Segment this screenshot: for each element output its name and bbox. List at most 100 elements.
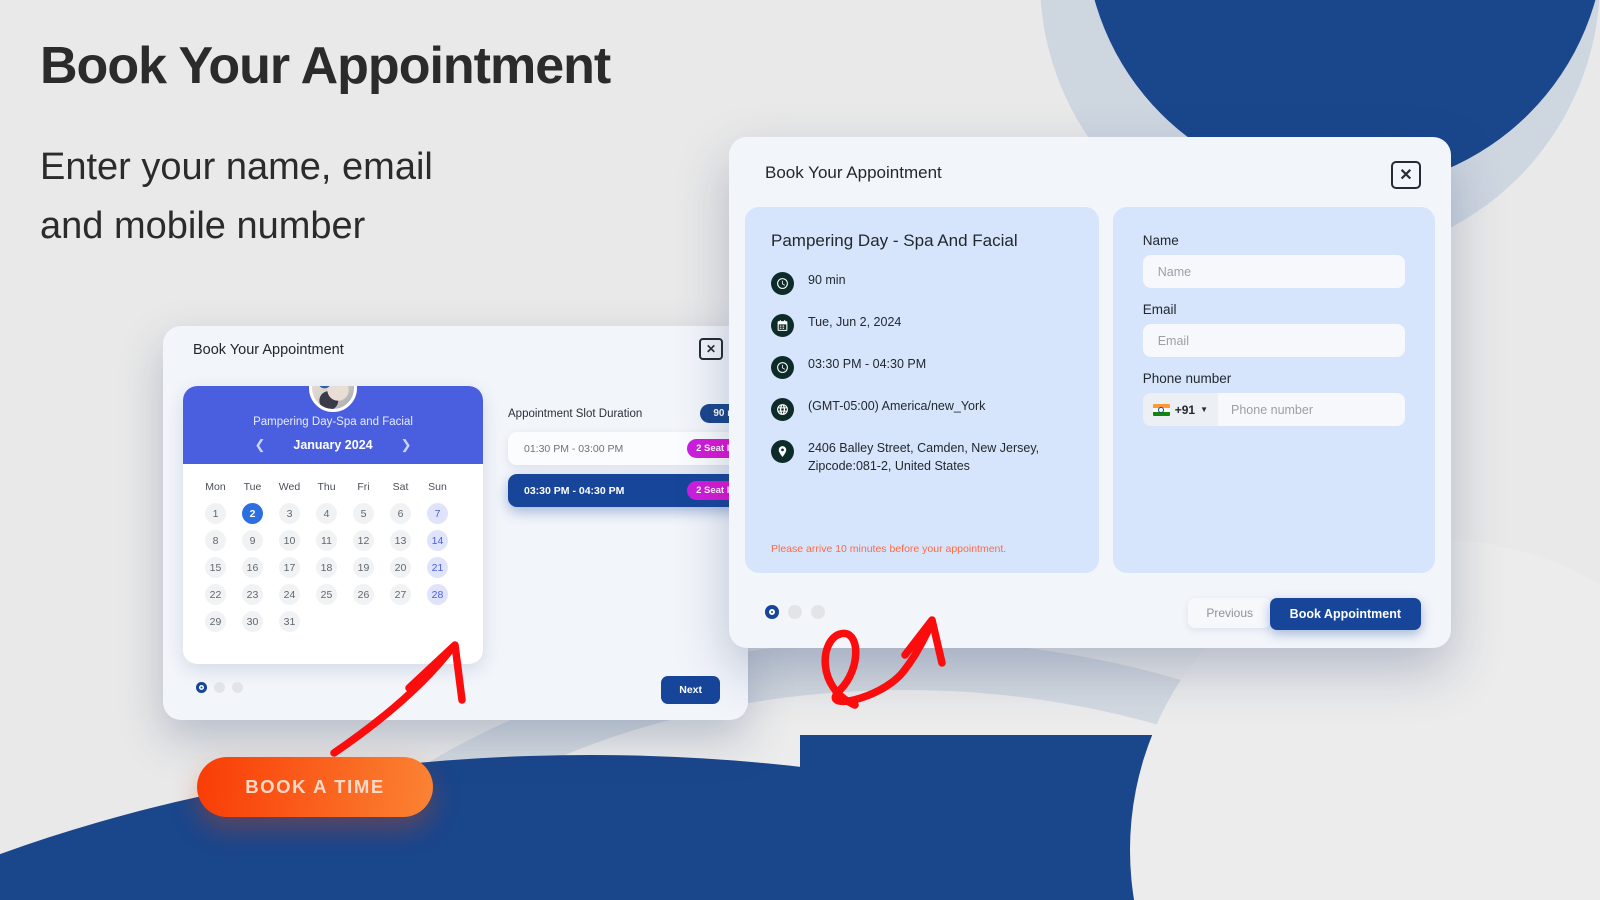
calendar-day-label: 15 (205, 557, 226, 578)
calendar-day[interactable]: 25 (308, 581, 345, 608)
service-avatar (309, 386, 357, 412)
calendar-weekday: Sat (392, 481, 409, 493)
calendar-day-label: 20 (390, 557, 411, 578)
calendar-day[interactable]: 9 (234, 527, 271, 554)
calendar-weekday-row: Mon Tue Wed Thu Fri Sat Sun (197, 474, 469, 500)
slot-row[interactable]: 03:30 PM - 04:30 PM 2 Seat left (508, 474, 748, 507)
calendar-day-label: 19 (353, 557, 374, 578)
summary-item-text: 90 min (808, 273, 846, 287)
close-icon[interactable]: ✕ (1391, 161, 1421, 189)
pagination-dot[interactable] (214, 682, 225, 693)
page-title: Book Your Appointment (40, 37, 611, 95)
calendar-day-label: 11 (316, 530, 337, 551)
calendar-day[interactable]: 10 (271, 527, 308, 554)
calendar-header: Pampering Day-Spa and Facial ❮ January 2… (183, 386, 483, 464)
calendar-day-label: 13 (390, 530, 411, 551)
calendar-day-label: 12 (353, 530, 374, 551)
flag-india-icon (1152, 403, 1170, 416)
location-pin-icon (771, 440, 794, 463)
calendar-day-label: 27 (390, 584, 411, 605)
close-icon[interactable]: ✕ (699, 338, 723, 360)
calendar-day[interactable]: 2 (234, 500, 271, 527)
pagination-dot[interactable] (765, 605, 779, 619)
bg-fill-bottom-right (800, 735, 1600, 900)
calendar-day[interactable]: 28 (419, 581, 456, 608)
slot-time-label: 03:30 PM - 04:30 PM (524, 484, 625, 497)
email-input[interactable] (1142, 324, 1405, 357)
calendar-day[interactable]: 6 (382, 500, 419, 527)
calendar-day-label: 22 (205, 584, 226, 605)
back-modal: Book Your Appointment ✕ Pampering Day-Sp… (163, 326, 748, 720)
calendar-day-label: 25 (316, 584, 337, 605)
calendar-day-label: 2 (242, 503, 263, 524)
calendar-day[interactable]: 17 (271, 554, 308, 581)
calendar-day[interactable]: 7 (419, 500, 456, 527)
calendar-day[interactable]: 13 (382, 527, 419, 554)
calendar-weekday: Thu (317, 481, 336, 493)
book-appointment-button[interactable]: Book Appointment (1269, 598, 1421, 630)
calendar-day[interactable]: 3 (271, 500, 308, 527)
calendar-day[interactable]: 4 (308, 500, 345, 527)
calendar-day[interactable]: 24 (271, 581, 308, 608)
calendar-day[interactable]: 27 (382, 581, 419, 608)
calendar-icon (771, 314, 794, 337)
calendar-day[interactable]: 19 (345, 554, 382, 581)
calendar-grid: Mon Tue Wed Thu Fri Sat Sun 1 2 3 4 5 6 7 8 9 10 11 12 13 1… (183, 464, 483, 643)
arrival-note: Please arrive 10 minutes before your app… (771, 543, 1007, 555)
phone-field: +91 ▼ (1142, 393, 1405, 426)
calendar-day[interactable]: 16 (234, 554, 271, 581)
calendar-day-label: 18 (316, 557, 337, 578)
chevron-right-icon[interactable]: ❯ (401, 437, 412, 453)
summary-item-text: Tue, Jun 2, 2024 (808, 315, 902, 329)
calendar-day[interactable]: 20 (382, 554, 419, 581)
calendar-day-label (390, 611, 411, 632)
front-modal-body: Pampering Day - Spa And Facial 90 min Tue… (729, 207, 1451, 573)
calendar-month-label: January 2024 (293, 438, 373, 452)
calendar-day[interactable]: 21 (419, 554, 456, 581)
slot-heading: Appointment Slot Duration (508, 407, 643, 420)
calendar-day[interactable]: 1 (197, 500, 234, 527)
summary-item: (GMT-05:00) America/new_York (771, 397, 1073, 421)
calendar-day[interactable]: 11 (308, 527, 345, 554)
calendar-weekday: Tue (243, 481, 262, 493)
front-modal-header: Book Your Appointment ✕ (729, 137, 1451, 207)
chevron-left-icon[interactable]: ❮ (254, 437, 265, 453)
calendar-day-label: 29 (205, 611, 226, 632)
calendar-day[interactable]: 15 (197, 554, 234, 581)
calendar-day[interactable]: 5 (345, 500, 382, 527)
calendar-day-label: 6 (390, 503, 411, 524)
calendar-day[interactable]: 26 (345, 581, 382, 608)
calendar-day[interactable]: 30 (234, 608, 271, 635)
pagination-dot[interactable] (811, 605, 825, 619)
calendar-day-label: 7 (427, 503, 448, 524)
calendar-day[interactable]: 18 (308, 554, 345, 581)
book-a-time-button[interactable]: BOOK A TIME (197, 757, 433, 817)
country-code-selector[interactable]: +91 ▼ (1142, 393, 1218, 426)
summary-item: 03:30 PM - 04:30 PM (771, 355, 1073, 379)
calendar-day[interactable]: 31 (271, 608, 308, 635)
calendar-day[interactable]: 29 (197, 608, 234, 635)
calendar-day[interactable]: 12 (345, 527, 382, 554)
next-button[interactable]: Next (661, 676, 720, 704)
calendar-weekday: Sun (428, 481, 447, 493)
pagination-dot[interactable] (196, 682, 207, 693)
calendar-day[interactable]: 14 (419, 527, 456, 554)
calendar-weekday: Fri (357, 481, 370, 493)
calendar-day-label: 26 (353, 584, 374, 605)
calendar-day-label: 23 (242, 584, 263, 605)
slot-row[interactable]: 01:30 PM - 03:00 PM 2 Seat left (508, 432, 748, 465)
calendar-day-label (353, 611, 374, 632)
previous-button[interactable]: Previous (1188, 598, 1271, 628)
calendar-day[interactable]: 22 (197, 581, 234, 608)
name-input[interactable] (1142, 255, 1405, 288)
phone-input[interactable] (1218, 393, 1405, 426)
slot-panel: Appointment Slot Duration 90 min 01:30 P… (508, 404, 748, 516)
calendar-day[interactable]: 23 (234, 581, 271, 608)
calendar-day-label: 3 (279, 503, 300, 524)
calendar-day[interactable]: 8 (197, 527, 234, 554)
pagination-dot[interactable] (232, 682, 243, 693)
phone-label: Phone number (1142, 371, 1232, 386)
pagination-dot[interactable] (788, 605, 802, 619)
calendar-day-label: 30 (242, 611, 263, 632)
front-modal: Book Your Appointment ✕ Pampering Day - … (729, 137, 1451, 648)
